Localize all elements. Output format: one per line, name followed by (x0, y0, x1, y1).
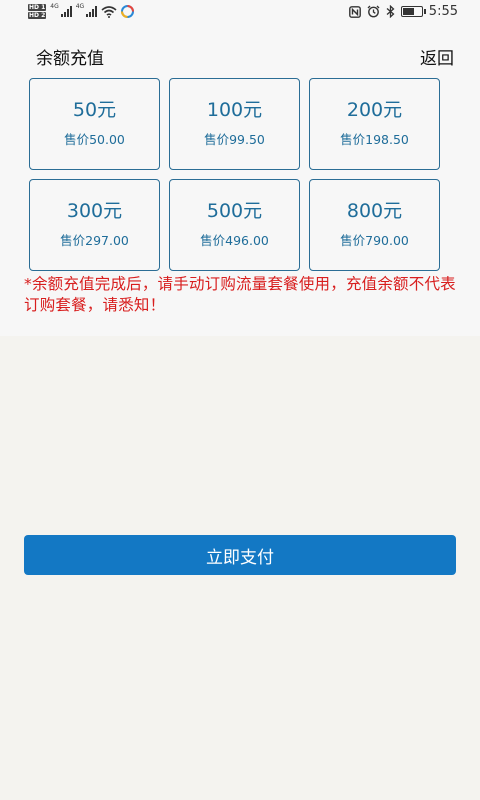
app-notification-icon (121, 5, 135, 18)
bluetooth-icon (386, 5, 395, 18)
signal-icon-2 (86, 6, 98, 17)
alarm-icon (367, 5, 380, 18)
wifi-icon (101, 5, 117, 18)
option-price: 售价790.00 (340, 233, 409, 248)
recharge-options-grid: 50元 售价50.00 100元 售价99.50 200元 售价198.50 3… (29, 78, 441, 271)
recharge-option-500[interactable]: 500元 售价496.00 (169, 179, 300, 271)
battery-icon (400, 6, 426, 17)
sim1-label: HD 1 (28, 4, 47, 11)
sim2-label: HD 2 (28, 12, 47, 19)
option-amount: 300元 (66, 200, 123, 222)
option-amount: 500元 (206, 200, 263, 222)
status-bar: HD 1 HD 2 4G 4G 5:55 (0, 0, 480, 26)
option-price: 售价297.00 (60, 233, 129, 248)
sim-indicator: HD 1 HD 2 (28, 4, 47, 19)
option-price: 售价50.00 (64, 132, 125, 147)
recharge-option-800[interactable]: 800元 售价790.00 (309, 179, 440, 271)
status-bar-right: 5:55 (348, 4, 458, 19)
option-amount: 200元 (346, 99, 403, 121)
option-amount: 100元 (206, 99, 263, 121)
network-type-2: 4G (75, 3, 85, 10)
option-price: 售价99.50 (204, 132, 265, 147)
option-price: 售价496.00 (200, 233, 269, 248)
option-amount: 50元 (72, 99, 117, 121)
option-amount: 800元 (346, 200, 403, 222)
network-type: 4G (50, 3, 59, 10)
recharge-option-100[interactable]: 100元 售价99.50 (169, 78, 300, 170)
page-title: 余额充值 (36, 49, 104, 69)
recharge-option-300[interactable]: 300元 售价297.00 (29, 179, 160, 271)
status-bar-left: HD 1 HD 2 4G 4G (28, 3, 135, 19)
back-button[interactable]: 返回 (420, 44, 454, 69)
nfc-icon (348, 5, 361, 18)
status-time: 5:55 (428, 4, 458, 19)
pay-now-button[interactable]: 立即支付 (24, 535, 456, 575)
recharge-option-50[interactable]: 50元 售价50.00 (29, 78, 160, 170)
recharge-notice: *余额充值完成后，请手动订购流量套餐使用，充值余额不代表订购套餐，请悉知！ (24, 275, 456, 314)
option-price: 售价198.50 (340, 132, 409, 147)
signal-icon (60, 6, 72, 17)
recharge-option-200[interactable]: 200元 售价198.50 (309, 78, 440, 170)
